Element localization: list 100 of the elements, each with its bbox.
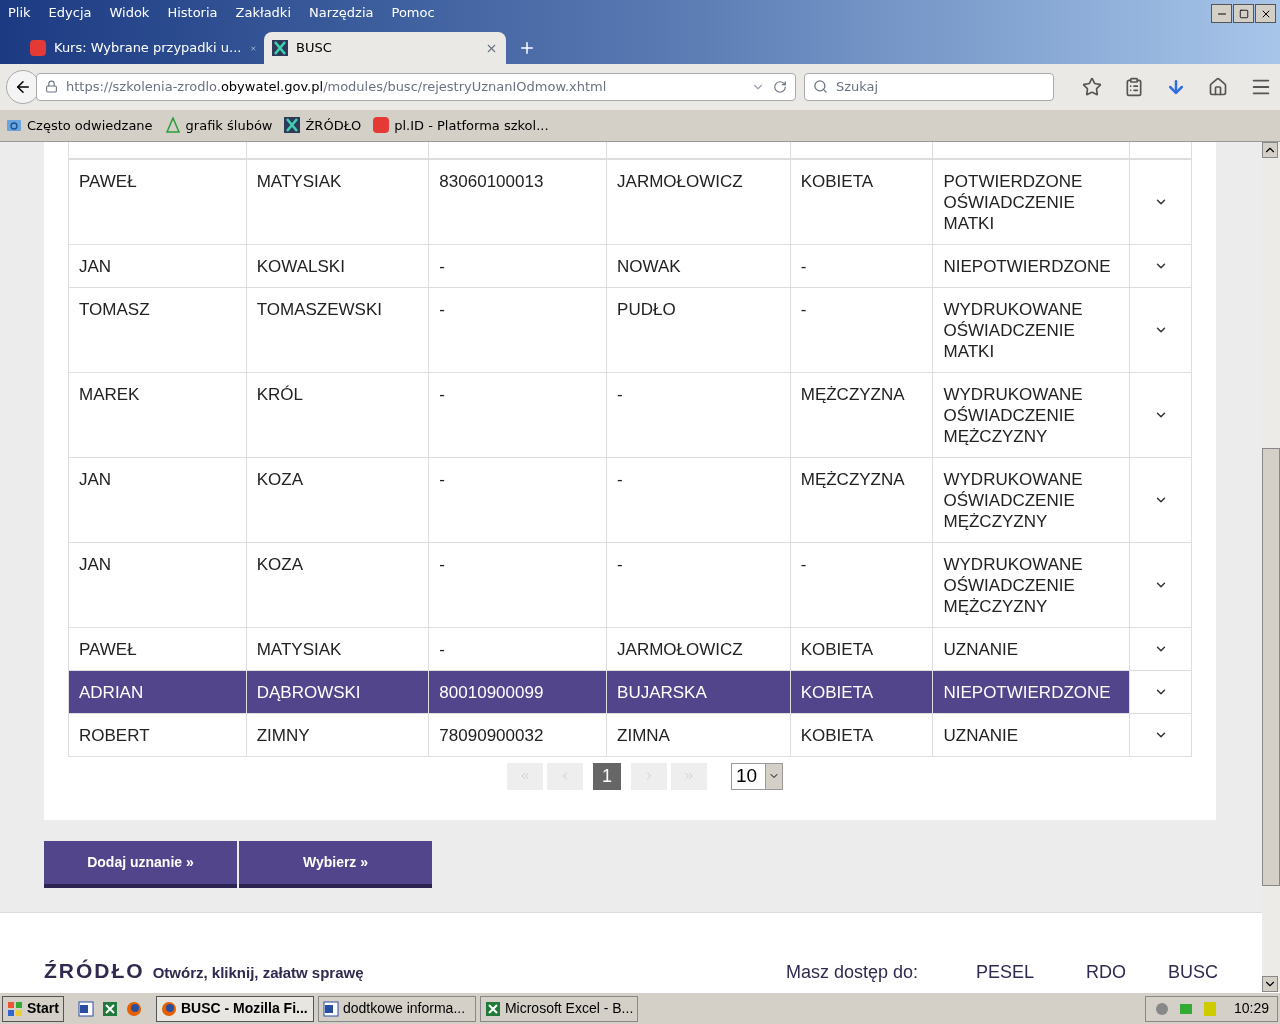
browser-tab[interactable]: Kurs: Wybrane przypadki u...: [22, 32, 264, 64]
menu-item[interactable]: Pomoc: [391, 3, 435, 23]
search-field[interactable]: Szukaj: [804, 72, 1054, 101]
spreadsheet-icon: [101, 1000, 118, 1017]
table-cell: WYDRUKOWANE OŚWIADCZENIE MĘŻCZYZNY: [943, 384, 1083, 446]
menu-item[interactable]: Historia: [167, 3, 218, 23]
scrollbar[interactable]: [1262, 141, 1280, 993]
taskbar-window[interactable]: Microsoft Excel - B...: [479, 995, 638, 1022]
menu-item[interactable]: Widok: [109, 3, 150, 23]
bookmark-item[interactable]: pl.ID - Platforma szkol...: [373, 115, 549, 136]
table-cell: ZIMNA: [617, 725, 670, 745]
taskbar-window[interactable]: dodtkowe informa...: [317, 995, 476, 1022]
table-cell: -: [439, 639, 446, 659]
reload-icon[interactable]: [773, 79, 787, 94]
action-button[interactable]: Dodaj uznanie »: [44, 840, 237, 888]
table-cell: WYDRUKOWANE OŚWIADCZENIE MĘŻCZYZNY: [943, 469, 1083, 531]
browser-tab[interactable]: BUSC: [264, 32, 506, 64]
menu-item[interactable]: Narzędzia: [309, 3, 374, 23]
document-icon: [77, 1000, 94, 1017]
tab-title: BUSC: [296, 39, 333, 58]
folder-icon: [6, 117, 22, 134]
table-cell: DĄBROWSKI: [256, 682, 361, 702]
start-button[interactable]: Start: [2, 995, 64, 1022]
table-cell: -: [617, 384, 623, 404]
table-cell: KOZA: [256, 554, 303, 574]
bookmark-star-icon[interactable]: [1082, 76, 1102, 97]
address-bar[interactable]: https://szkolenia-zrodlo.obywatel.gov.pl/modules/busc/rejestryUznanIOdmow.xhtml: [36, 72, 796, 101]
access-label: Masz dostęp do:: [785, 961, 918, 985]
table-cell: 80010900099: [439, 682, 544, 702]
table-cell: PAWEŁ: [79, 171, 137, 191]
menu-item[interactable]: Plik: [8, 3, 31, 23]
pl-id-icon: [373, 117, 390, 134]
clock: 10:29: [1233, 999, 1269, 1019]
menu-item[interactable]: Edycja: [48, 3, 92, 23]
table-cell: 83060100013: [439, 171, 544, 191]
table-row[interactable]: TOMASZ TOMASZEWSKI - PUDŁO - WYDRUKOWANE OŚWIADCZENIE MATKI: [69, 287, 1191, 373]
table-cell: NIEPOTWIERDZONE: [943, 682, 1111, 702]
table-cell: -: [439, 554, 446, 574]
minimize-button[interactable]: [1211, 4, 1232, 23]
pl-id-icon: [30, 40, 46, 56]
table-cell: UZNANIE: [943, 639, 1019, 659]
table-cell: WYDRUKOWANE OŚWIADCZENIE MATKI: [943, 299, 1083, 361]
table-cell: TOMASZEWSKI: [256, 299, 382, 319]
footer-logo[interactable]: ŹRÓDŁO: [44, 954, 145, 987]
close-button[interactable]: [1255, 4, 1276, 23]
bookmark-item[interactable]: ŹRÓDŁO: [284, 115, 362, 136]
action-button[interactable]: Wybierz »: [239, 840, 432, 888]
new-tab-icon[interactable]: [518, 39, 536, 57]
table-cell: -: [800, 256, 807, 276]
access-link[interactable]: PESEL: [942, 959, 1034, 987]
table-cell: MAREK: [79, 384, 140, 404]
footer-tagline: Otwórz, kliknij, załatw sprawę: [152, 962, 364, 983]
table-row[interactable]: JAN KOWALSKI - NOWAK - NIEPOTWIERDZONE: [69, 244, 1191, 288]
table-cell: MATYSIAK: [256, 171, 342, 191]
restore-button[interactable]: [1233, 4, 1254, 23]
table-cell: JARMOŁOWICZ: [617, 171, 743, 191]
firefox-icon: [160, 1000, 177, 1017]
spreadsheet-icon: [484, 1000, 501, 1017]
table-cell: ZIMNY: [256, 725, 310, 745]
table-cell: WYDRUKOWANE OŚWIADCZENIE MĘŻCZYZNY: [943, 554, 1083, 616]
table-cell: KOBIETA: [800, 725, 874, 745]
table-cell: JAN: [79, 554, 112, 574]
page-size-select[interactable]: 10: [731, 762, 783, 790]
table-row[interactable]: ADRIAN DĄBROWSKI 80010900099 BUJARSKA KOBIETA NIEPOTWIERDZONE: [69, 670, 1191, 714]
scroll-down-icon[interactable]: [1262, 976, 1278, 993]
table-row[interactable]: JAN KOZA - - - WYDRUKOWANE OŚWIADCZENIE MĘŻCZYZNY: [69, 542, 1191, 628]
table-row[interactable]: PAWEŁ MATYSIAK - JARMOŁOWICZ KOBIETA UZNANIE: [69, 627, 1191, 671]
table-cell: KOBIETA: [800, 682, 874, 702]
table-cell: -: [439, 256, 446, 276]
scroll-thumb[interactable]: [1262, 447, 1280, 887]
table-row[interactable]: MAREK KRÓL - - MĘŻCZYZNA WYDRUKOWANE OŚWIADCZENIE MĘŻCZYZNY: [69, 372, 1191, 458]
table-cell: MATYSIAK: [256, 639, 342, 659]
home-icon[interactable]: [1208, 76, 1228, 97]
table-cell: -: [617, 554, 623, 574]
bookmark-item[interactable]: Często odwiedzane: [6, 115, 153, 136]
document-icon: [322, 1000, 339, 1017]
table-cell: KRÓL: [256, 384, 303, 404]
table-cell: KOZA: [256, 469, 303, 489]
table-cell: MĘŻCZYZNA: [800, 384, 905, 404]
table-cell: BUJARSKA: [617, 682, 707, 702]
table-cell: JAN: [79, 256, 112, 276]
table-cell: MĘŻCZYZNA: [800, 469, 905, 489]
access-link[interactable]: BUSC: [1126, 959, 1218, 987]
search-input[interactable]: Szukaj: [836, 77, 1045, 97]
table-row[interactable]: PAWEŁ MATYSIAK 83060100013 JARMOŁOWICZ KOBIETA POTWIERDZONE OŚWIADCZENIE MATKI: [69, 159, 1191, 245]
page-button[interactable]: 1: [593, 762, 621, 790]
table-cell: JAN: [79, 469, 112, 489]
table-cell: KOWALSKI: [256, 256, 345, 276]
lock-icon: [45, 80, 58, 94]
table-cell: -: [439, 469, 446, 489]
reading-list-icon[interactable]: [1124, 76, 1144, 97]
windows-logo-icon: [7, 1000, 23, 1017]
bookmark-item[interactable]: grafik ślubów: [164, 115, 273, 136]
access-link[interactable]: RDO: [1034, 959, 1126, 987]
taskbar-window[interactable]: BUSC - Mozilla Fi...: [155, 995, 314, 1022]
table-row[interactable]: ROBERT ZIMNY 78090900032 ZIMNA KOBIETA UZNANIE: [69, 713, 1191, 757]
table-row[interactable]: JAN KOZA - - MĘŻCZYZNA WYDRUKOWANE OŚWIADCZENIE MĘŻCZYZNY: [69, 457, 1191, 543]
table-cell: POTWIERDZONE OŚWIADCZENIE MATKI: [943, 171, 1083, 233]
table-cell: ROBERT: [79, 725, 150, 745]
menu-item[interactable]: Zakładki: [235, 3, 291, 23]
